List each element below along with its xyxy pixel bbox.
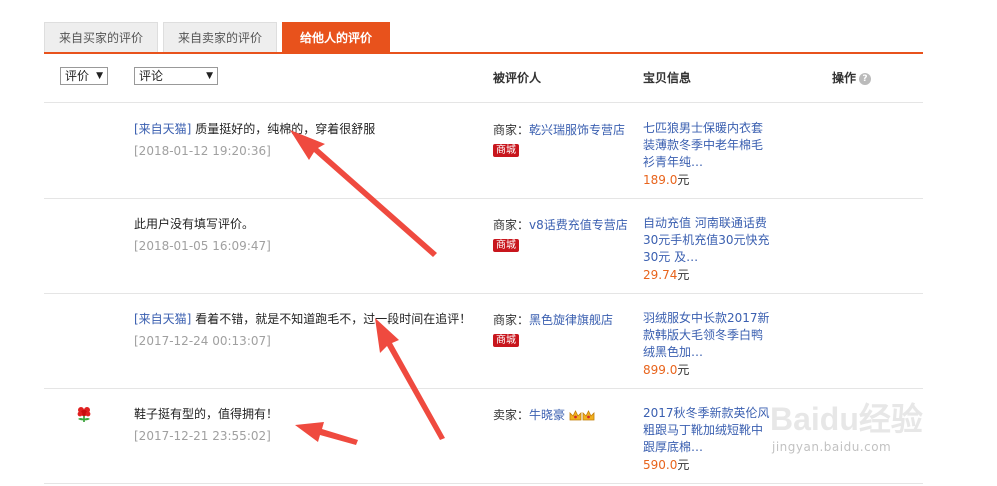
price-currency: 元 [677, 363, 690, 377]
review-date: [2018-01-05 16:09:47] [134, 239, 271, 253]
reviewed-party: 商家：v8话费充值专营店 商城 [493, 215, 628, 255]
review-comment: [来自天猫] 质量挺好的，纯棉的，穿着很舒服 [2018-01-12 19:20… [134, 120, 484, 160]
price-currency: 元 [677, 458, 690, 472]
price-currency: 元 [677, 268, 690, 282]
mall-badge: 商城 [493, 144, 519, 157]
rating-filter-value: 评价 [65, 69, 90, 83]
review-comment: 此用户没有填写评价。 [2018-01-05 16:09:47] [134, 215, 484, 255]
column-header-target: 被评价人 [493, 71, 542, 85]
review-text: 此用户没有填写评价。 [134, 217, 255, 231]
shop-link[interactable]: 乾兴瑞服饰专营店 [529, 123, 625, 137]
item-price: 189.0 [643, 173, 678, 187]
watermark-brand: Baidu经验 [770, 401, 923, 437]
item-link[interactable]: 2017秋冬季新款英伦风粗跟马丁靴加绒短靴中跟厚底棉… [643, 405, 773, 456]
help-icon[interactable]: ? [859, 72, 872, 85]
review-comment: 鞋子挺有型的，值得拥有！ [2017-12-21 23:55:02] [134, 405, 484, 445]
column-header-actions-label: 操作 [832, 71, 857, 85]
shop-link[interactable]: v8话费充值专营店 [529, 218, 628, 232]
column-header-actions: 操作? [832, 69, 872, 86]
review-source: [来自天猫] [134, 312, 192, 326]
baidu-watermark-logo: Baidu经验 [770, 401, 923, 437]
column-header-item-info: 宝贝信息 [643, 71, 692, 85]
reviewed-party: 卖家：牛晓豪 [493, 405, 628, 425]
mall-badge: 商城 [493, 334, 519, 347]
review-date: [2017-12-21 23:55:02] [134, 429, 271, 443]
item-link[interactable]: 羽绒服女中长款2017新款韩版大毛领冬季白鸭绒黑色加… [643, 310, 773, 361]
reviewed-party: 商家：黑色旋律旗舰店 商城 [493, 310, 628, 350]
price-currency: 元 [677, 173, 690, 187]
item-link[interactable]: 七匹狼男士保暖内衣套装薄款冬季中老年棉毛衫青年纯… [643, 120, 773, 171]
dropdown-arrow-icon: ▼ [96, 71, 103, 81]
item-price: 899.0 [643, 363, 678, 377]
shop-link[interactable]: 牛晓豪 [529, 408, 565, 422]
item-info: 羽绒服女中长款2017新款韩版大毛领冬季白鸭绒黑色加… 899.0元 [643, 310, 773, 379]
reviewed-party: 商家：乾兴瑞服饰专营店 商城 [493, 120, 628, 160]
review-date: [2018-01-12 19:20:36] [134, 144, 271, 158]
tab-from-buyers[interactable]: 来自买家的评价 [44, 22, 158, 52]
table-row: [来自天猫] 质量挺好的，纯棉的，穿着很舒服 [2018-01-12 19:20… [44, 103, 923, 199]
item-info: 七匹狼男士保暖内衣套装薄款冬季中老年棉毛衫青年纯… 189.0元 [643, 120, 773, 189]
item-link[interactable]: 自动充值 河南联通话费30元手机充值30元快充30元 及… [643, 215, 773, 266]
watermark-url: jingyan.baidu.com [772, 440, 892, 454]
shop-link[interactable]: 黑色旋律旗舰店 [529, 313, 613, 327]
item-price: 29.74 [643, 268, 678, 282]
flower-rating-icon [77, 407, 91, 422]
review-text: 鞋子挺有型的，值得拥有！ [134, 407, 279, 421]
tab-from-sellers[interactable]: 来自卖家的评价 [163, 22, 277, 52]
party-role: 商家： [493, 123, 530, 137]
review-text: 看着不错，就是不知道跑毛不，过一段时间在追评！ [195, 312, 472, 326]
review-date: [2017-12-24 00:13:07] [134, 334, 271, 348]
table-header: 评价 ▼ 评论 ▼ 被评价人 宝贝信息 操作? [44, 62, 923, 103]
crown-icon [582, 409, 595, 420]
item-info: 2017秋冬季新款英伦风粗跟马丁靴加绒短靴中跟厚底棉… 590.0元 [643, 405, 773, 474]
dropdown-arrow-icon: ▼ [206, 71, 213, 81]
review-text: 质量挺好的，纯棉的，穿着很舒服 [195, 122, 376, 136]
table-row: [来自天猫] 看着不错，就是不知道跑毛不，过一段时间在追评！ [2017-12-… [44, 293, 923, 389]
review-tabs: 来自买家的评价 来自卖家的评价 给他人的评价 [44, 22, 923, 54]
party-role: 商家： [493, 218, 530, 232]
item-price: 590.0 [643, 458, 678, 472]
rating-filter-select[interactable]: 评价 ▼ [60, 67, 108, 85]
mall-badge: 商城 [493, 239, 519, 252]
crown-icon [569, 409, 582, 420]
item-info: 自动充值 河南联通话费30元手机充值30元快充30元 及… 29.74元 [643, 215, 773, 284]
comment-filter-value: 评论 [139, 69, 164, 83]
party-role: 商家： [493, 313, 530, 327]
review-comment: [来自天猫] 看着不错，就是不知道跑毛不，过一段时间在追评！ [2017-12-… [134, 310, 484, 350]
party-role: 卖家： [493, 408, 530, 422]
comment-filter-select[interactable]: 评论 ▼ [134, 67, 218, 85]
table-row: 此用户没有填写评价。 [2018-01-05 16:09:47] 商家：v8话费… [44, 198, 923, 294]
tab-to-others[interactable]: 给他人的评价 [282, 22, 390, 52]
review-source: [来自天猫] [134, 122, 192, 136]
